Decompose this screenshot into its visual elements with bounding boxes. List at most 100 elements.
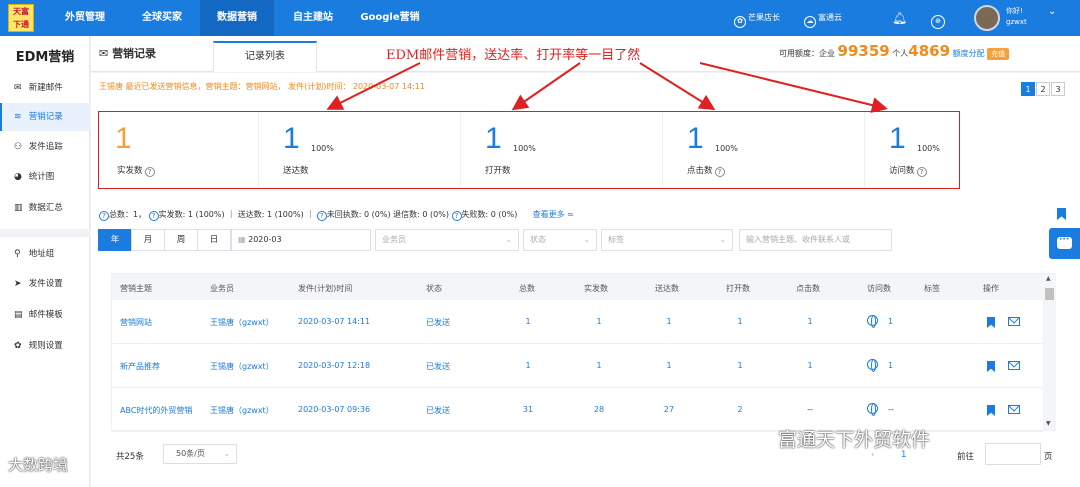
row-opened[interactable]: 1 [725, 361, 755, 370]
help-icon[interactable]: ? [714, 167, 725, 177]
bookmark-icon[interactable] [987, 405, 995, 416]
sidebar-title: EDM营销 [15, 50, 75, 65]
status-placeholder: 状态 [530, 235, 546, 244]
row-subject-link[interactable]: ABC时代的外贸营销 [120, 405, 192, 416]
row-opened[interactable]: 2 [725, 405, 755, 414]
sidebar-item-address-groups[interactable]: ⚲ 地址组 [0, 240, 90, 268]
row-delivered[interactable]: 27 [654, 405, 684, 414]
nav-item-website[interactable]: 自主建站 [280, 0, 346, 36]
row-sent[interactable]: 1 [584, 361, 614, 370]
nav-store-link[interactable]: ✿ 芒果店长 [734, 0, 780, 36]
period-day[interactable]: 日 [197, 229, 231, 251]
sidebar-item-new-email[interactable]: ✉ 新建邮件 [0, 74, 90, 102]
bookmark-icon[interactable] [987, 317, 995, 328]
nav-item-trade[interactable]: 外贸管理 [52, 0, 118, 36]
row-sent[interactable]: 28 [584, 405, 614, 414]
sidebar-item-templates[interactable]: ▤ 邮件模板 [0, 301, 90, 329]
row-visits: -- [867, 403, 894, 416]
row-total[interactable]: 1 [513, 317, 543, 326]
user-greeting[interactable]: 你好! gzwxt [1006, 6, 1027, 28]
logo-line-2: 下通 [13, 20, 29, 29]
status-select[interactable]: 状态 ⌄ [523, 229, 597, 251]
col-sent: 实发数 [584, 284, 608, 293]
pager-page-2[interactable]: 2 [1036, 82, 1050, 96]
help-icon[interactable]: ? [451, 211, 462, 221]
currency-icon[interactable]: ⊕ [931, 0, 947, 36]
row-clicked[interactable]: 1 [795, 317, 825, 326]
row-clicked: -- [807, 405, 813, 414]
chat-button[interactable] [1049, 228, 1080, 259]
sidebar-item-rules[interactable]: ✿ 规则设置 [0, 332, 90, 360]
salesperson-select[interactable]: 业务员 ⌄ [375, 229, 519, 251]
table-row[interactable]: 新产品推荐 王锡唐（gzwxt） 2020-03-07 12:18 已发送 1 … [112, 344, 1043, 388]
sidebar-item-send-settings[interactable]: ➤ 发件设置 [0, 270, 90, 298]
date-picker[interactable]: ▦ 2020-03 [231, 229, 371, 251]
table-row[interactable]: 营销网站 王锡唐（gzwxt） 2020-03-07 14:11 已发送 1 1… [112, 300, 1043, 344]
row-subject-link[interactable]: 新产品推荐 [120, 361, 160, 372]
logo-line-1: 天富 [13, 7, 29, 16]
bookmark-icon[interactable] [987, 361, 995, 372]
stat-value: 1 [889, 122, 906, 155]
cloud-icon: ☁ [804, 16, 816, 28]
row-sent[interactable]: 1 [584, 317, 614, 326]
row-opened[interactable]: 1 [725, 317, 755, 326]
row-subject-link[interactable]: 营销网站 [120, 317, 152, 328]
help-icon[interactable]: ? [916, 167, 927, 177]
sidebar-item-summary[interactable]: ▥ 数据汇总 [0, 194, 90, 222]
tag-select[interactable]: 标签 ⌄ [601, 229, 733, 251]
mail-icon[interactable] [1008, 405, 1020, 414]
table-scrollbar[interactable]: ▲ ▼ [1043, 274, 1056, 430]
watermark-right: 富通天下外贸软件 [778, 429, 931, 451]
help-icon[interactable]: ? [148, 211, 159, 221]
row-visits[interactable]: 1 [867, 359, 893, 372]
stat-value: 1 [283, 122, 300, 155]
template-icon: ▤ [14, 310, 23, 320]
row-total[interactable]: 1 [513, 361, 543, 370]
chevron-down-icon: ⌄ [223, 449, 230, 458]
period-month[interactable]: 月 [131, 229, 165, 251]
row-delivered[interactable]: 1 [654, 361, 684, 370]
nav-item-data-marketing[interactable]: 数据营销 [200, 0, 274, 36]
company-logo[interactable]: 天富 下通 [8, 4, 34, 32]
help-icon[interactable]: ? [316, 211, 327, 221]
sidebar-item-charts[interactable]: ◕ 统计图 [0, 163, 90, 191]
page-title-text: 营销记录 [112, 47, 157, 60]
chevron-down-icon[interactable]: ⌄ [1048, 6, 1056, 17]
pager-page-1[interactable]: 1 [1021, 82, 1035, 96]
pager-page-3[interactable]: 3 [1051, 82, 1065, 96]
avatar[interactable] [974, 5, 1000, 31]
tag-placeholder: 标签 [608, 235, 624, 244]
period-week[interactable]: 周 [164, 229, 198, 251]
sidebar-item-records[interactable]: ≋ 营销记录 [0, 103, 90, 131]
show-more-link[interactable]: 查看更多 ≈ [533, 210, 574, 219]
row-clicked[interactable]: 1 [795, 361, 825, 370]
bell-icon[interactable]: 🔔︎ [892, 0, 907, 36]
summary-total: 总数：1， [109, 210, 147, 219]
nav-item-buyers[interactable]: 全球买家 [128, 0, 196, 36]
help-icon[interactable]: ? [144, 167, 155, 177]
globe-icon [867, 359, 878, 372]
nav-item-google[interactable]: Google营销 [352, 0, 428, 36]
sidebar-item-tracking[interactable]: ⚇ 发件追踪 [0, 133, 90, 161]
search-input[interactable]: 输入营销主题、收件联系人或 [739, 229, 892, 251]
mail-icon[interactable] [1008, 317, 1020, 326]
quota-allocate-link[interactable]: 额度分配 [953, 49, 985, 58]
page-unit-label: 页 [1044, 452, 1053, 462]
scroll-thumb[interactable] [1045, 288, 1054, 300]
row-delivered[interactable]: 1 [654, 317, 684, 326]
scroll-up-icon[interactable]: ▲ [1046, 275, 1051, 282]
period-year[interactable]: 年 [98, 229, 132, 251]
help-icon[interactable]: ? [99, 211, 109, 221]
col-opened: 打开数 [726, 284, 750, 293]
nav-cloud-link[interactable]: ☁ 富通云 [804, 0, 842, 36]
row-total[interactable]: 31 [513, 405, 543, 414]
col-agent: 业务员 [210, 284, 234, 293]
watermark-left: 大数跨境 [8, 456, 69, 474]
scroll-down-icon[interactable]: ▼ [1046, 420, 1051, 427]
mail-icon[interactable] [1008, 361, 1020, 370]
page-size-select[interactable]: 50条/页 ⌄ [163, 444, 237, 464]
tab-record-list[interactable]: 记录列表 [213, 41, 317, 72]
row-visits[interactable]: 1 [867, 315, 893, 328]
recharge-button[interactable]: 充值 [987, 48, 1010, 60]
goto-page-input[interactable] [985, 443, 1041, 465]
